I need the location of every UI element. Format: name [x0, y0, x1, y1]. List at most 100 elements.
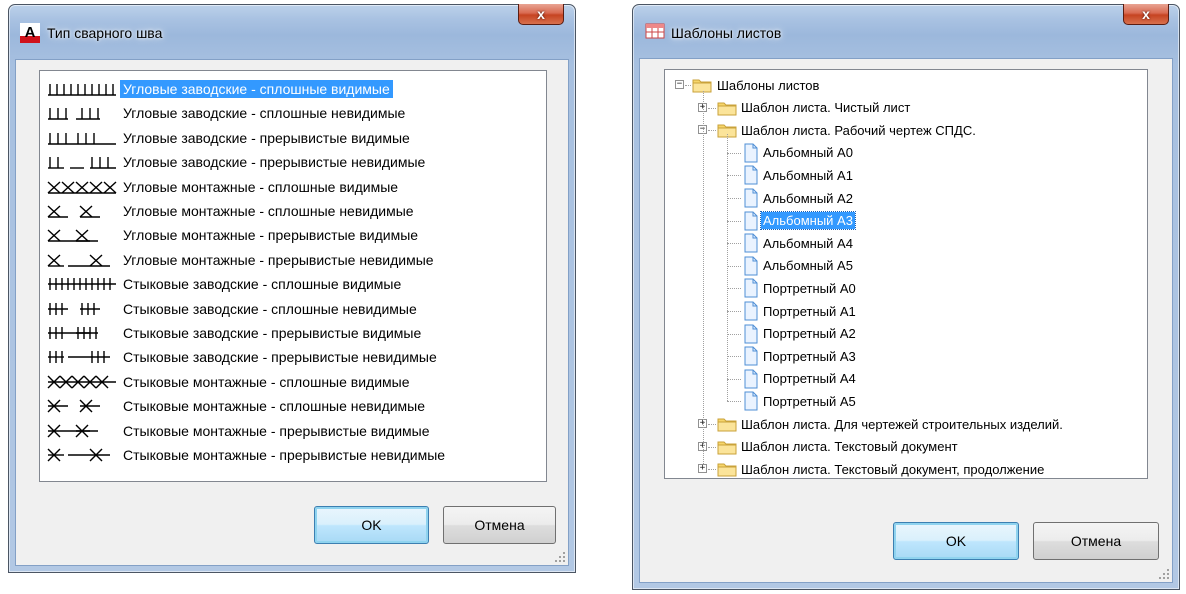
weld-symbol-icon [46, 347, 120, 367]
tree-node-label: Портретный А2 [763, 326, 856, 342]
weld-type-item[interactable]: Стыковые заводские - сплошные невидимые [46, 297, 420, 321]
folder-icon [692, 77, 712, 93]
tree-connector [727, 265, 741, 267]
weld-symbol-icon [46, 201, 120, 221]
tree-template-node[interactable]: Портретный А5 [761, 390, 858, 412]
weld-type-label: Стыковые заводские - сплошные видимые [123, 276, 402, 293]
weld-type-item[interactable]: Угловые заводские - прерывистые невидимы… [46, 150, 428, 174]
tree-connector [727, 378, 741, 380]
folder-icon [717, 461, 737, 477]
tree-template-node[interactable]: Портретный А1 [761, 300, 858, 322]
document-icon [743, 165, 759, 185]
weld-symbol-icon [46, 128, 120, 148]
tree-template-node[interactable]: Портретный А3 [761, 345, 858, 367]
tree-node-label: Шаблон листа. Для чертежей строительных … [741, 416, 1063, 432]
document-icon [743, 211, 759, 231]
weld-type-label: Стыковые монтажные - сплошные невидимые [123, 398, 426, 415]
tree-folder-node[interactable]: Шаблон листа. Рабочий чертеж СПДС. [739, 119, 978, 141]
weld-type-item[interactable]: Угловые заводские - сплошные невидимые [46, 101, 408, 125]
weld-symbol-icon [46, 225, 120, 245]
ok-button[interactable]: OK [314, 506, 429, 544]
weld-type-item[interactable]: Стыковые заводские - сплошные видимые [46, 272, 404, 296]
document-icon [743, 278, 759, 298]
weld-symbol-icon [46, 152, 120, 172]
tree-folder-node[interactable]: Шаблон листа. Текстовый документ, продол… [739, 458, 1046, 480]
tree-connector [708, 107, 716, 109]
tree-node-label: Альбомный А3 [760, 211, 856, 231]
tree-template-node[interactable]: Альбомный А5 [761, 255, 855, 277]
tree-template-node[interactable]: Портретный А0 [761, 277, 858, 299]
weld-type-list[interactable]: Угловые заводские - сплошные видимые Угло… [39, 70, 547, 482]
document-icon [743, 143, 759, 163]
weld-type-item[interactable]: Угловые монтажные - сплошные видимые [46, 175, 401, 199]
tree-root-node[interactable]: Шаблоны листов [715, 74, 821, 96]
tree-connector [727, 401, 741, 403]
document-icon [743, 188, 759, 208]
weld-symbol-icon [46, 274, 120, 294]
document-icon [743, 346, 759, 366]
tree-template-node[interactable]: Альбомный А3 [760, 210, 856, 232]
weld-symbol-icon [46, 372, 120, 392]
tree-connector [727, 198, 741, 199]
resize-grip-icon[interactable] [554, 551, 566, 563]
title-bar[interactable]: Шаблоны листов x [633, 4, 1179, 59]
weld-type-item[interactable]: Угловые монтажные - сплошные невидимые [46, 199, 417, 223]
tree-folder-node[interactable]: Шаблон листа. Текстовый документ [739, 436, 960, 458]
weld-type-label: Стыковые монтажные - сплошные видимые [123, 373, 410, 390]
cancel-button[interactable]: Отмена [1033, 522, 1159, 560]
close-button[interactable]: x [518, 4, 564, 25]
collapse-toggle-icon[interactable]: − [675, 80, 684, 89]
weld-type-item[interactable]: Угловые заводские - прерывистые видимые [46, 126, 413, 150]
document-icon [743, 301, 759, 321]
close-button[interactable]: x [1123, 4, 1169, 25]
tree-template-node[interactable]: Альбомный А1 [761, 164, 855, 186]
weld-type-item[interactable]: Стыковые монтажные - прерывистые видимые [46, 419, 433, 443]
tree-template-node[interactable]: Портретный А4 [761, 368, 858, 390]
tree-node-label: Шаблон листа. Чистый лист [741, 100, 911, 116]
weld-type-item[interactable]: Угловые заводские - сплошные видимые [46, 77, 393, 101]
window-title: Шаблоны листов [671, 25, 782, 41]
document-icon [743, 324, 759, 344]
weld-type-item[interactable]: Стыковые заводские - прерывистые видимые [46, 321, 424, 345]
tree-connector [727, 333, 741, 335]
document-icon [743, 391, 759, 411]
weld-type-item[interactable]: Стыковые монтажные - сплошные невидимые [46, 394, 428, 418]
dialog-client-area: − Шаблоны листов + Шаблон листа. Чистый лис… [639, 58, 1173, 583]
weld-type-item[interactable]: Угловые монтажные - прерывистые невидимы… [46, 248, 437, 272]
tree-template-node[interactable]: Альбомный А2 [761, 187, 855, 209]
tree-template-node[interactable]: Альбомный А0 [761, 142, 855, 164]
tree-node-label: Портретный А0 [763, 280, 856, 296]
ok-button[interactable]: OK [893, 522, 1019, 560]
templates-tree[interactable]: − Шаблоны листов + Шаблон листа. Чистый лис… [664, 69, 1148, 479]
resize-grip-icon[interactable] [1158, 568, 1170, 580]
document-icon [743, 369, 759, 389]
tree-connector [708, 469, 716, 471]
tree-template-node[interactable]: Портретный А2 [761, 323, 858, 345]
weld-type-item[interactable]: Угловые монтажные - прерывистые видимые [46, 223, 421, 247]
table-icon [645, 22, 665, 42]
tree-folder-node[interactable]: Шаблон листа. Чистый лист [739, 97, 912, 119]
tree-node-label: Портретный А5 [763, 393, 856, 409]
weld-symbol-icon [46, 79, 120, 99]
tree-connector [727, 311, 741, 312]
tree-template-node[interactable]: Альбомный А4 [761, 232, 855, 254]
tree-connector [703, 91, 704, 465]
weld-type-item[interactable]: Стыковые монтажные - прерывистые невидим… [46, 443, 448, 467]
tree-connector [727, 243, 741, 245]
weld-symbol-icon [46, 177, 120, 197]
title-bar[interactable]: A Тип сварного шва x [9, 4, 575, 59]
tree-connector [727, 134, 728, 402]
window-title: Тип сварного шва [47, 25, 163, 41]
tree-connector [727, 220, 741, 222]
weld-type-item[interactable]: Стыковые заводские - прерывистые невидим… [46, 345, 440, 369]
tree-node-label: Портретный А3 [763, 348, 856, 364]
tree-connector [708, 130, 716, 132]
app-a-icon: A [20, 23, 40, 43]
tree-folder-node[interactable]: Шаблон листа. Для чертежей строительных … [739, 413, 1065, 435]
cancel-button[interactable]: Отмена [443, 506, 556, 544]
tree-connector [727, 152, 741, 154]
svg-text:A: A [25, 24, 36, 41]
weld-type-label: Угловые заводские - сплошные невидимые [123, 105, 406, 122]
weld-type-item[interactable]: Стыковые монтажные - сплошные видимые [46, 370, 413, 394]
expand-toggle-icon[interactable]: + [698, 464, 707, 474]
